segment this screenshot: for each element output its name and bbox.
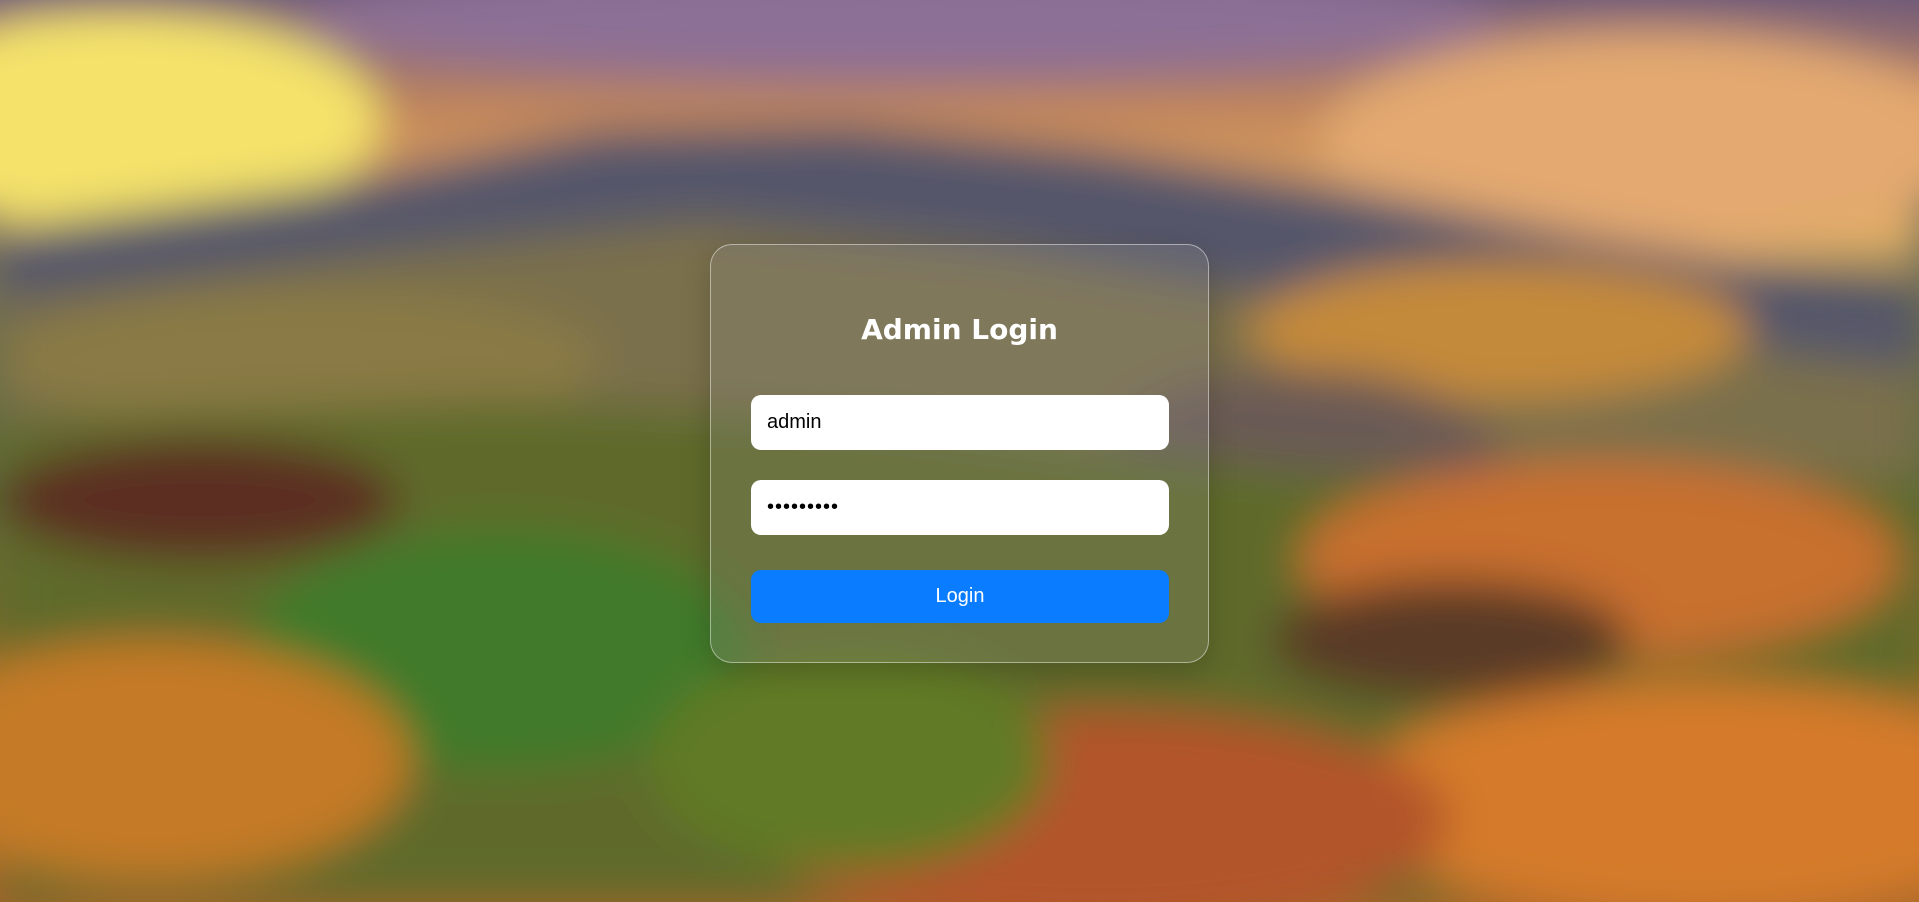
login-card: Admin Login Login <box>710 244 1209 663</box>
username-input[interactable] <box>751 395 1169 450</box>
login-title: Admin Login <box>861 313 1058 346</box>
password-input[interactable] <box>751 480 1169 535</box>
login-button[interactable]: Login <box>751 570 1169 623</box>
